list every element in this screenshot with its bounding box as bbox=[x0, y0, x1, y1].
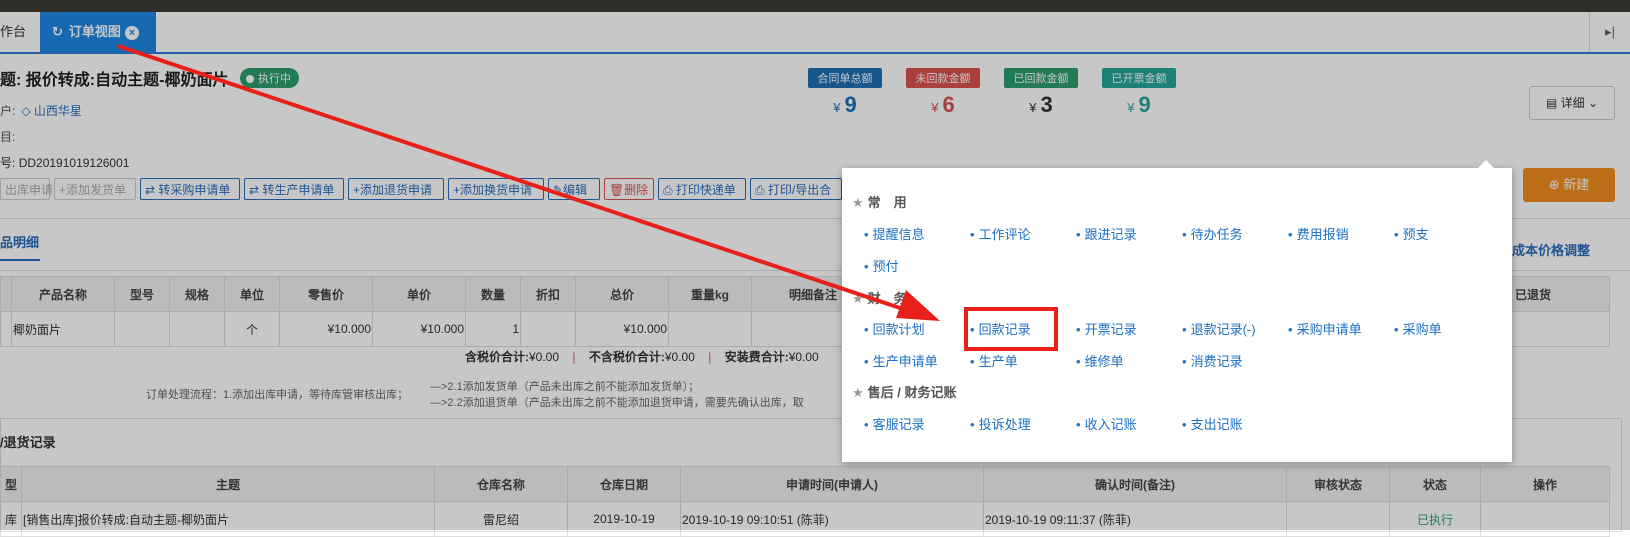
highlight-box bbox=[964, 307, 1058, 351]
arrow-line bbox=[117, 44, 901, 310]
annotation-arrow bbox=[117, 44, 940, 321]
arrow-head bbox=[896, 290, 940, 321]
